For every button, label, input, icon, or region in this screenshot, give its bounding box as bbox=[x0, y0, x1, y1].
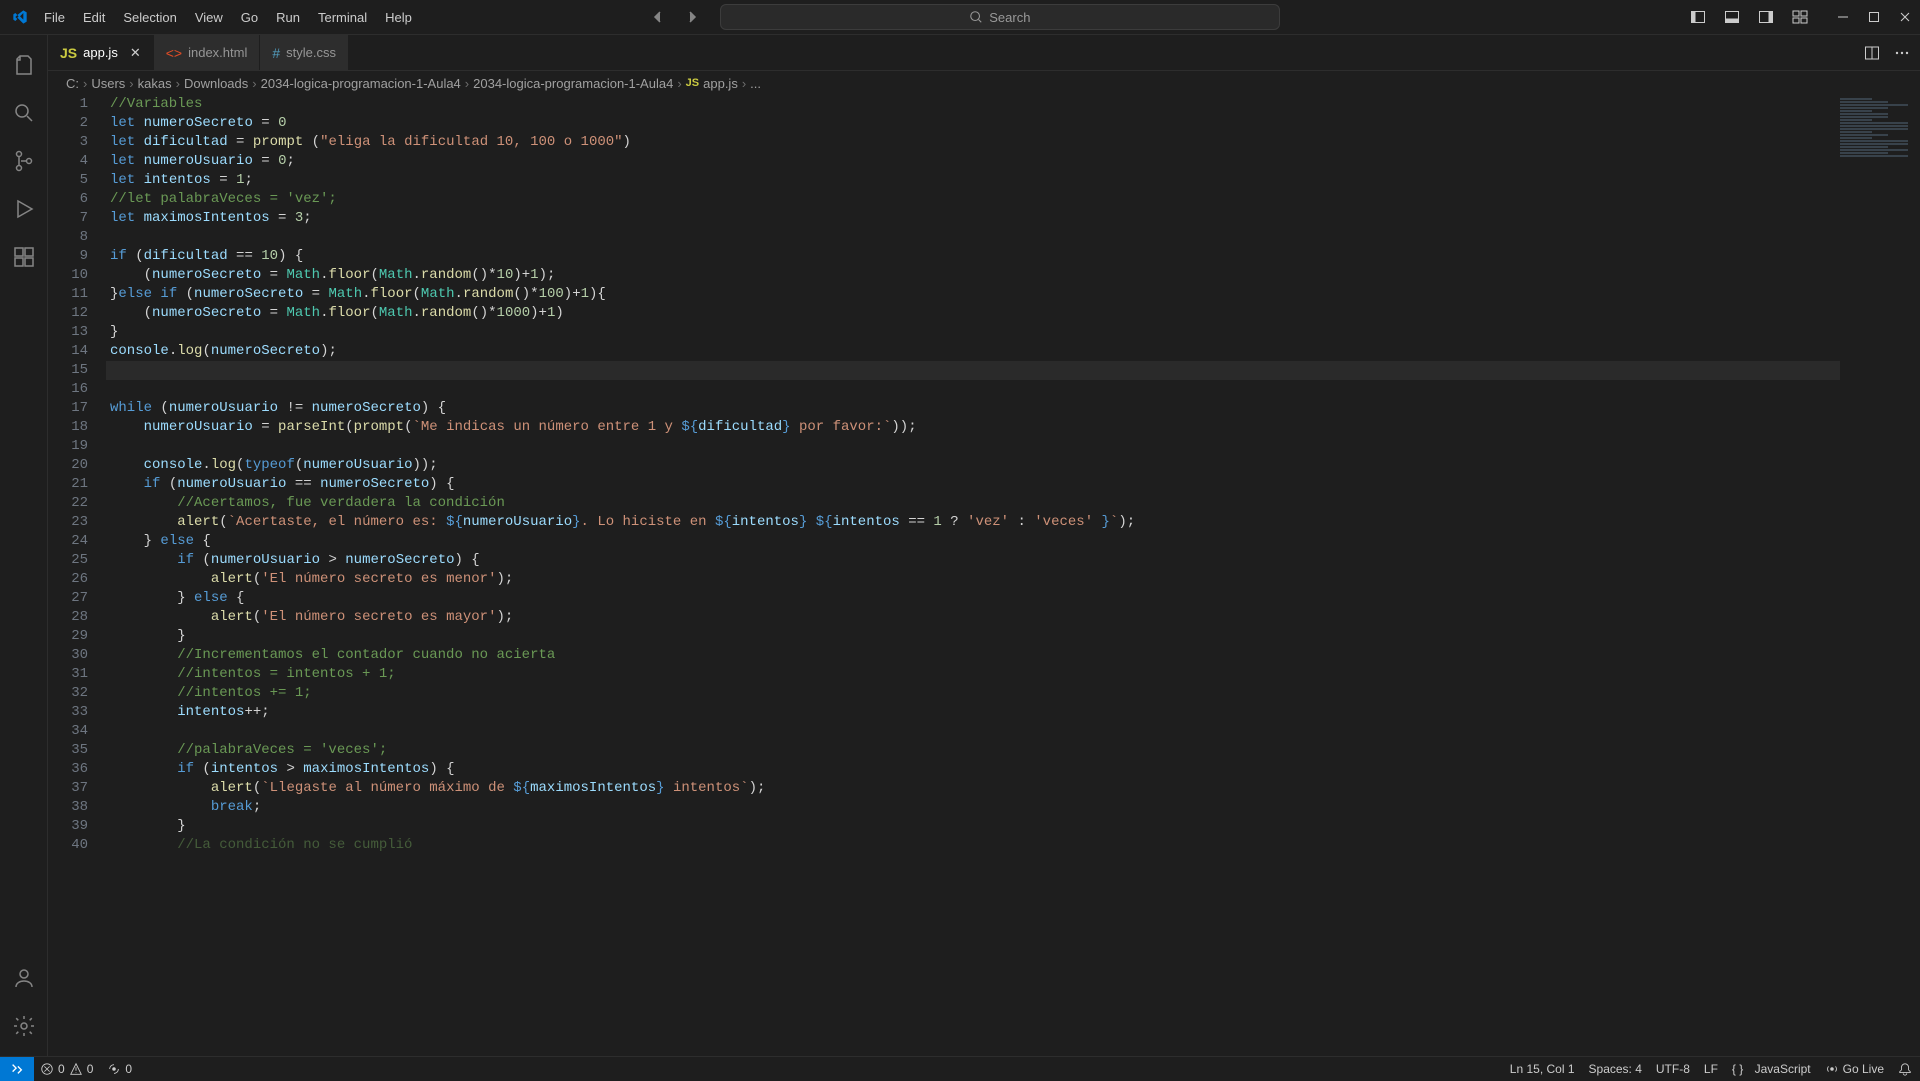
status-go-live[interactable]: Go Live bbox=[1825, 1062, 1884, 1076]
status-indentation[interactable]: Spaces: 4 bbox=[1589, 1062, 1642, 1076]
source-control-icon[interactable] bbox=[0, 137, 48, 185]
breadcrumb-tail[interactable]: ... bbox=[750, 76, 761, 91]
remote-button[interactable] bbox=[0, 1057, 34, 1081]
status-cursor-position[interactable]: Ln 15, Col 1 bbox=[1510, 1062, 1575, 1076]
maximize-icon[interactable] bbox=[1868, 11, 1880, 23]
breadcrumb-part[interactable]: C: bbox=[66, 76, 79, 91]
status-notifications-icon[interactable] bbox=[1898, 1062, 1912, 1076]
accounts-icon[interactable] bbox=[0, 954, 48, 1002]
js-file-icon: JS bbox=[60, 45, 77, 61]
activity-bar bbox=[0, 35, 48, 1056]
tab-app-js[interactable]: JS app.js ✕ bbox=[48, 35, 154, 70]
menu-selection[interactable]: Selection bbox=[115, 6, 184, 29]
code-editor[interactable]: 1234567891011121314151617181920212223242… bbox=[48, 95, 1920, 1056]
vscode-logo-icon bbox=[12, 9, 28, 25]
menu-file[interactable]: File bbox=[36, 6, 73, 29]
menu-go[interactable]: Go bbox=[233, 6, 266, 29]
status-language[interactable]: { } JavaScript bbox=[1732, 1062, 1811, 1076]
tab-style-css[interactable]: # style.css bbox=[260, 35, 349, 70]
nav-forward-icon[interactable] bbox=[684, 9, 700, 25]
breadcrumb-part[interactable]: 2034-logica-programacion-1-Aula4 bbox=[473, 76, 673, 91]
breadcrumb-part[interactable]: Downloads bbox=[184, 76, 248, 91]
layout-panel-icon[interactable] bbox=[1724, 9, 1740, 25]
more-actions-icon[interactable] bbox=[1894, 45, 1910, 61]
status-problems[interactable]: 0 0 bbox=[40, 1062, 93, 1076]
menu-edit[interactable]: Edit bbox=[75, 6, 113, 29]
status-encoding[interactable]: UTF-8 bbox=[1656, 1062, 1690, 1076]
tab-label: app.js bbox=[83, 45, 118, 60]
breadcrumb[interactable]: C:› Users› kakas› Downloads› 2034-logica… bbox=[48, 71, 1920, 95]
search-input[interactable]: Search bbox=[720, 4, 1280, 30]
breadcrumb-part[interactable]: Users bbox=[91, 76, 125, 91]
run-debug-icon[interactable] bbox=[0, 185, 48, 233]
css-file-icon: # bbox=[272, 45, 280, 61]
status-bar: 0 0 0 Ln 15, Col 1 Spaces: 4 UTF-8 LF { … bbox=[0, 1056, 1920, 1080]
menu-bar: File Edit Selection View Go Run Terminal… bbox=[36, 6, 420, 29]
menu-view[interactable]: View bbox=[187, 6, 231, 29]
explorer-icon[interactable] bbox=[0, 41, 48, 89]
search-icon[interactable] bbox=[0, 89, 48, 137]
menu-terminal[interactable]: Terminal bbox=[310, 6, 375, 29]
search-placeholder: Search bbox=[989, 10, 1030, 25]
customize-layout-icon[interactable] bbox=[1792, 9, 1808, 25]
html-file-icon: <> bbox=[166, 45, 182, 61]
status-errors-count: 0 bbox=[58, 1062, 65, 1076]
breadcrumb-part[interactable]: kakas bbox=[138, 76, 172, 91]
breadcrumb-part[interactable]: 2034-logica-programacion-1-Aula4 bbox=[261, 76, 461, 91]
breadcrumb-file[interactable]: app.js bbox=[703, 76, 738, 91]
line-number-gutter: 1234567891011121314151617181920212223242… bbox=[48, 95, 110, 1056]
tab-label: index.html bbox=[188, 45, 247, 60]
status-ports[interactable]: 0 bbox=[107, 1062, 132, 1076]
tab-bar: JS app.js ✕ <> index.html # style.css bbox=[48, 35, 1920, 71]
nav-back-icon[interactable] bbox=[650, 9, 666, 25]
tab-index-html[interactable]: <> index.html bbox=[154, 35, 261, 70]
extensions-icon[interactable] bbox=[0, 233, 48, 281]
close-icon[interactable] bbox=[1898, 10, 1912, 24]
code-content[interactable]: //Variables let numeroSecreto = 0 let di… bbox=[110, 95, 1920, 1056]
layout-sidebar-right-icon[interactable] bbox=[1758, 9, 1774, 25]
tab-label: style.css bbox=[286, 45, 336, 60]
menu-help[interactable]: Help bbox=[377, 6, 420, 29]
layout-sidebar-left-icon[interactable] bbox=[1690, 9, 1706, 25]
tab-close-icon[interactable]: ✕ bbox=[130, 45, 141, 61]
status-eol[interactable]: LF bbox=[1704, 1062, 1718, 1076]
minimize-icon[interactable] bbox=[1836, 10, 1850, 24]
status-warnings-count: 0 bbox=[87, 1062, 94, 1076]
js-file-icon: JS bbox=[686, 77, 699, 89]
title-bar: File Edit Selection View Go Run Terminal… bbox=[0, 0, 1920, 35]
split-editor-icon[interactable] bbox=[1864, 45, 1880, 61]
menu-run[interactable]: Run bbox=[268, 6, 308, 29]
settings-gear-icon[interactable] bbox=[0, 1002, 48, 1050]
status-ports-count: 0 bbox=[125, 1062, 132, 1076]
